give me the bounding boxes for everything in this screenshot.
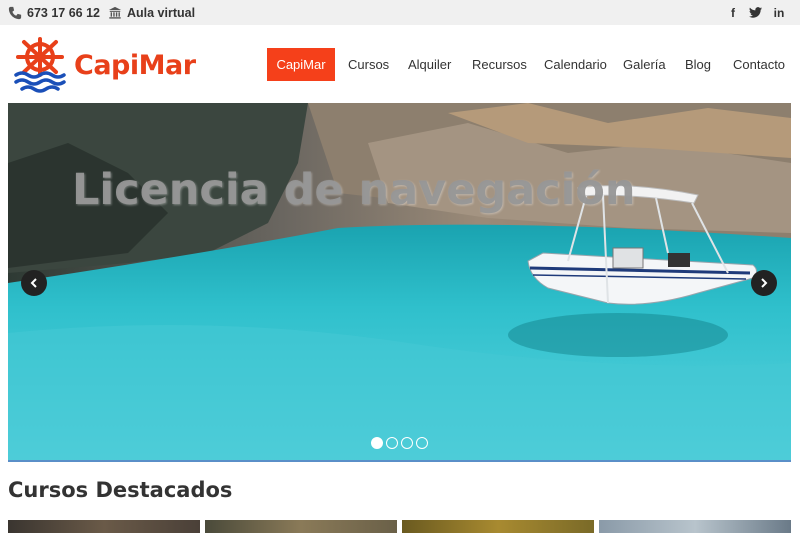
hero-slider: Licencia de navegación: [8, 103, 791, 462]
logo-text: CapiMar: [74, 49, 196, 81]
nav-alquiler[interactable]: Alquiler: [408, 48, 451, 81]
nav-recursos[interactable]: Recursos: [472, 48, 527, 81]
hero-image: [8, 103, 791, 460]
twitter-bird-shape: [748, 7, 762, 18]
slider-dot-1[interactable]: [371, 437, 383, 449]
course-card-2-image[interactable]: [205, 520, 397, 533]
nav-blog[interactable]: Blog: [685, 48, 711, 81]
course-card-3-image[interactable]: [402, 520, 594, 533]
phone-number: 673 17 66 12: [27, 5, 100, 20]
slider-dot-4[interactable]: [416, 437, 428, 449]
aula-virtual-label: Aula virtual: [127, 5, 196, 20]
top-bar: 673 17 66 12 Aula virtual f in: [0, 0, 800, 25]
hero-title: Licencia de navegación: [72, 165, 636, 215]
nav-cursos[interactable]: Cursos: [348, 48, 389, 81]
twitter-icon[interactable]: [746, 0, 764, 25]
nav-galeria[interactable]: Galería: [623, 48, 666, 81]
slider-next-button[interactable]: [751, 270, 777, 296]
nav-calendario[interactable]: Calendario: [544, 48, 607, 81]
logo[interactable]: CapiMar: [12, 37, 202, 93]
section-title: Cursos Destacados: [8, 478, 233, 502]
chevron-right-icon: [761, 278, 768, 288]
slider-dot-3[interactable]: [401, 437, 413, 449]
facebook-icon[interactable]: f: [724, 0, 742, 25]
aula-virtual-link[interactable]: Aula virtual: [108, 0, 195, 25]
slider-dots: [371, 437, 428, 449]
nav-capimar[interactable]: CapiMar: [267, 48, 335, 81]
institution-icon: [108, 6, 122, 19]
nav-contacto[interactable]: Contacto: [733, 48, 785, 81]
phone-contact[interactable]: 673 17 66 12: [8, 0, 100, 25]
slider-prev-button[interactable]: [21, 270, 47, 296]
phone-icon: [8, 6, 22, 19]
ship-wheel-logo-icon: [14, 37, 66, 93]
course-card-1-image[interactable]: [8, 520, 200, 533]
chevron-left-icon: [30, 278, 37, 288]
course-card-4-image[interactable]: [599, 520, 791, 533]
slider-dot-2[interactable]: [386, 437, 398, 449]
linkedin-icon[interactable]: in: [770, 0, 788, 25]
site-header: CapiMar CapiMar Cursos Alquiler Recursos…: [0, 25, 800, 103]
